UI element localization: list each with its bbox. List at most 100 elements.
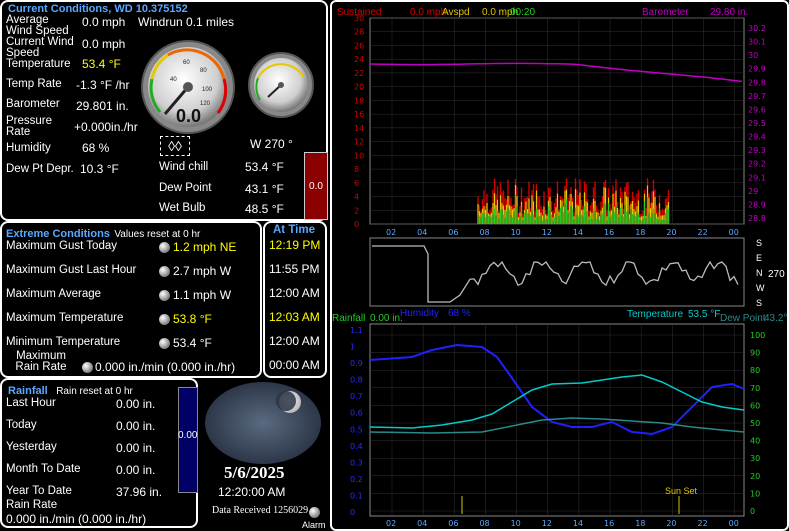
- rainfall-row-value: 0.00 in.: [116, 441, 156, 455]
- hour-tick: 16: [604, 519, 614, 528]
- rain-bar-value: 0.00: [178, 430, 198, 441]
- right-axis-tick: 30.2: [748, 24, 766, 33]
- wetbulb-value: 48.5 °F: [245, 202, 284, 216]
- status-indicator-icon: [159, 266, 170, 277]
- rainfall-row-value: 0.00 in.: [116, 397, 156, 411]
- rain-axis-tick: 0.6: [350, 409, 363, 418]
- barometer-value: 29.801 in.: [76, 99, 129, 113]
- hour-tick: 04: [417, 228, 427, 237]
- direction-chart-area: [369, 237, 745, 307]
- sunset-label: Sun Set: [665, 486, 698, 496]
- right-axis-tick: 29.8: [748, 78, 766, 87]
- right-axis-tick: 29.1: [748, 173, 766, 182]
- avg-wind-value: 0.0 mph: [82, 15, 126, 29]
- hour-tick: 00: [729, 519, 739, 528]
- at-time-value: 00:00 AM: [269, 358, 320, 372]
- direction-tick: S: [756, 298, 762, 308]
- extreme-conditions-panel: Extreme Conditions Values reset at 0 hr …: [0, 221, 262, 378]
- extreme-row-value: 1.2 mph NE: [173, 240, 237, 254]
- rain-axis-tick: 0.8: [350, 376, 363, 385]
- hour-tick: 12: [542, 519, 552, 528]
- humidity-label: Humidity: [6, 142, 51, 154]
- right-axis-tick: 28.8: [748, 214, 766, 223]
- windchill-label: Wind chill: [159, 161, 209, 173]
- left-axis-tick: 22: [354, 69, 364, 78]
- percent-axis-tick: 60: [750, 401, 760, 410]
- percent-axis-tick: 50: [750, 419, 760, 428]
- right-axis-tick: 29.5: [748, 119, 766, 128]
- cur-wind-label: Current Wind Speed: [6, 36, 74, 59]
- hour-tick: 20: [666, 228, 676, 237]
- percent-axis-tick: 0: [750, 507, 755, 516]
- hour-tick: 14: [573, 228, 583, 237]
- at-time-panel: At Time 12:19 PM 11:55 PM 12:00 AM 12:03 AM…: [263, 221, 327, 378]
- svg-text:80: 80: [200, 68, 207, 74]
- direction-value: 270: [768, 269, 785, 280]
- hour-tick: 02: [386, 228, 396, 237]
- left-axis-tick: 12: [354, 138, 364, 147]
- barometer-label: Barometer: [6, 98, 60, 110]
- hour-tick: 10: [511, 519, 521, 528]
- left-axis-tick: 2: [354, 206, 359, 215]
- rainfall-row-label: Today: [6, 419, 37, 431]
- extreme-title: Extreme Conditions: [6, 228, 110, 240]
- rainfall-graph-value: 0.00 in.: [370, 313, 403, 324]
- direction-tick: S: [756, 238, 762, 248]
- left-axis-tick: 14: [354, 124, 364, 133]
- percent-axis-tick: 30: [750, 454, 760, 463]
- rainfall-row-value: 0.00 in.: [116, 463, 156, 477]
- extreme-row-label: Maximum Average: [6, 288, 102, 300]
- small-wind-gauge: [248, 52, 314, 118]
- rain-axis-tick: 0.9: [350, 359, 363, 368]
- humidity-graph-label: Humidity: [400, 308, 439, 319]
- hour-tick: 00: [729, 228, 739, 237]
- rainfall-row-label: Yesterday: [6, 441, 57, 453]
- hour-tick: 06: [448, 228, 458, 237]
- extreme-row-label: Maximum Temperature: [6, 312, 124, 324]
- barometer-graph-label: Barometer: [642, 7, 689, 18]
- alarm-label: Alarm: [302, 520, 326, 530]
- rain-axis-tick: 0.4: [350, 442, 363, 451]
- left-axis-tick: 16: [354, 110, 364, 119]
- status-indicator-icon: [159, 242, 170, 253]
- hour-tick: 04: [417, 519, 427, 528]
- alarm-indicator-icon[interactable]: [309, 507, 320, 518]
- windchill-value: 53.4 °F: [245, 160, 284, 174]
- hour-tick: 14: [573, 519, 583, 528]
- data-received: Data Received 1256029: [212, 505, 309, 516]
- status-indicator-icon: [82, 362, 93, 373]
- left-axis-tick: 0: [354, 220, 359, 229]
- left-axis-tick: 8: [354, 165, 359, 174]
- at-time-value: 12:19 PM: [269, 238, 321, 252]
- pressure-rate-label: Pressure Rate: [6, 115, 53, 138]
- hour-tick: 06: [448, 519, 458, 528]
- extreme-row-label: Minimum Temperature: [6, 336, 121, 348]
- extreme-row-label: Maximum Rain Rate: [15, 350, 67, 373]
- rain-axis-tick: 0.3: [350, 458, 363, 467]
- dewpoint-value: 43.1 °F: [245, 182, 284, 196]
- percent-axis-tick: 90: [750, 349, 760, 358]
- left-axis-tick: 20: [354, 83, 364, 92]
- direction-tick: W: [756, 283, 765, 293]
- hour-tick: 10: [511, 228, 521, 237]
- moon-time: 12:20:00 AM: [218, 485, 286, 499]
- at-time-title: At Time: [273, 224, 315, 236]
- rain-rate-label: Rain Rate: [6, 499, 58, 511]
- rain-gauge-bar: 0.0: [304, 152, 328, 220]
- right-axis-tick: 30: [748, 51, 758, 60]
- left-axis-tick: 28: [354, 28, 364, 37]
- rain-gauge-value: 0.0: [309, 181, 323, 192]
- windrun-value: Windrun 0.1 miles: [138, 15, 235, 29]
- graphs-svg: 30282624222018161412108642030.230.13029.…: [332, 7, 787, 528]
- temperature-value: 53.4 °F: [82, 57, 121, 71]
- right-axis-tick: 30.1: [748, 38, 766, 47]
- rainfall-graph-label: Rainfall: [332, 313, 365, 324]
- rain-axis-tick: 0: [350, 508, 355, 517]
- extreme-row-value: 53.8 °F: [173, 312, 212, 326]
- hour-tick: 22: [698, 228, 708, 237]
- svg-text:40: 40: [170, 77, 177, 83]
- hour-tick: 22: [698, 519, 708, 528]
- svg-text:100: 100: [202, 87, 213, 93]
- rainfall-row-label: Year To Date: [6, 485, 72, 497]
- hour-tick: 08: [479, 228, 489, 237]
